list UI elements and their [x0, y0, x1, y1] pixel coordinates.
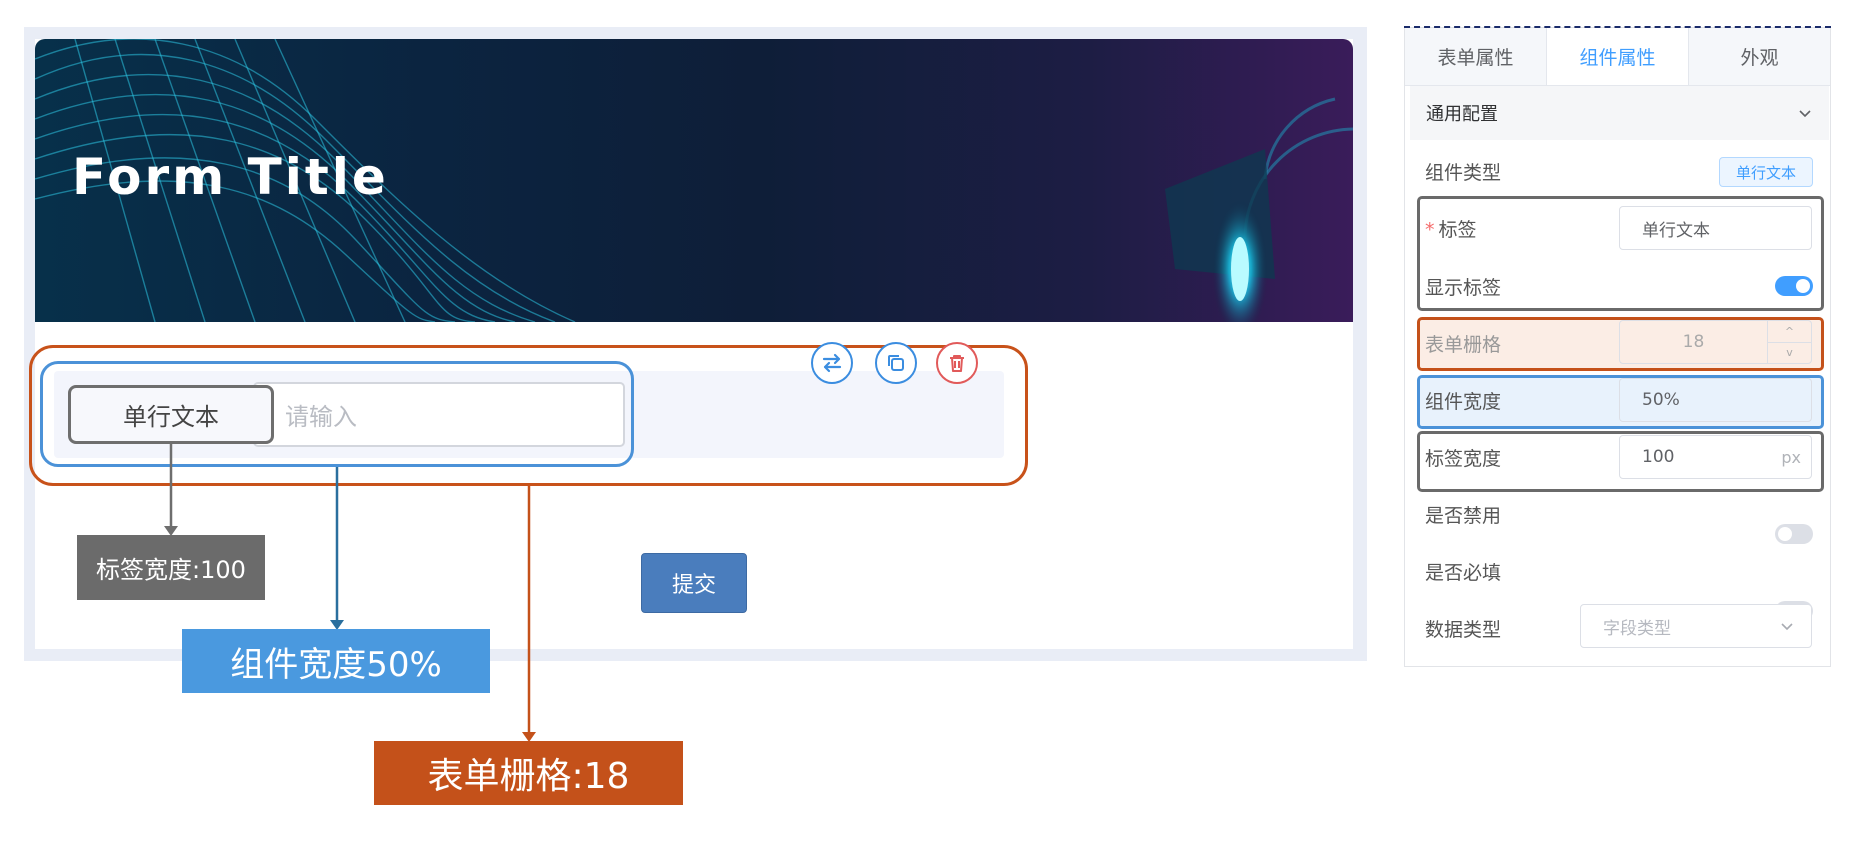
tab-component-properties[interactable]: 组件属性 [1547, 28, 1689, 85]
general-config-header[interactable]: 通用配置 [1410, 86, 1829, 140]
label-input[interactable]: 单行文本 [1619, 206, 1812, 250]
component-width-value: 50% [1642, 390, 1680, 410]
label-input-value: 单行文本 [1642, 220, 1710, 241]
form-grid-annotation: 表单栅格:18 [374, 741, 683, 805]
required-mark: * [1425, 219, 1435, 241]
data-type-placeholder: 字段类型 [1603, 618, 1671, 639]
panel-tabs: 表单属性 组件属性 外观 [1405, 28, 1830, 86]
data-type-label: 数据类型 [1425, 619, 1502, 641]
component-width-annotation: 组件宽度50% [182, 629, 490, 693]
show-label-toggle[interactable] [1775, 276, 1813, 296]
stepper-down-icon[interactable]: v [1768, 343, 1811, 364]
show-label-label: 显示标签 [1425, 277, 1502, 299]
disabled-toggle[interactable] [1775, 524, 1813, 544]
label-width-annotation: 标签宽度:100 [77, 535, 265, 600]
form-grid-label: 表单栅格 [1425, 334, 1502, 356]
data-type-select[interactable]: 字段类型 [1580, 604, 1812, 648]
component-width-input[interactable]: 50% [1619, 378, 1812, 422]
component-type-tag: 单行文本 [1719, 157, 1813, 187]
required-label: 是否必填 [1425, 562, 1502, 584]
form-grid-input[interactable]: 18 ^ v [1619, 320, 1812, 364]
chevron-down-icon [1781, 623, 1793, 631]
tab-appearance[interactable]: 外观 [1689, 28, 1830, 85]
label-width-label: 标签宽度 [1425, 448, 1502, 470]
chevron-down-icon [1799, 110, 1811, 118]
label-width-value: 100 [1642, 447, 1675, 467]
tab-form-properties[interactable]: 表单属性 [1405, 28, 1547, 85]
label-prop-label: * 标签 [1425, 219, 1477, 241]
disabled-label: 是否禁用 [1425, 505, 1502, 527]
form-grid-stepper: ^ v [1767, 321, 1811, 363]
component-width-label: 组件宽度 [1425, 391, 1502, 413]
component-type-label: 组件类型 [1425, 162, 1502, 184]
section-title: 通用配置 [1426, 104, 1498, 125]
form-grid-value: 18 [1682, 332, 1705, 352]
stepper-up-icon[interactable]: ^ [1768, 321, 1811, 343]
px-suffix: px [1781, 447, 1801, 467]
label-width-input[interactable]: 100 px [1619, 435, 1812, 479]
